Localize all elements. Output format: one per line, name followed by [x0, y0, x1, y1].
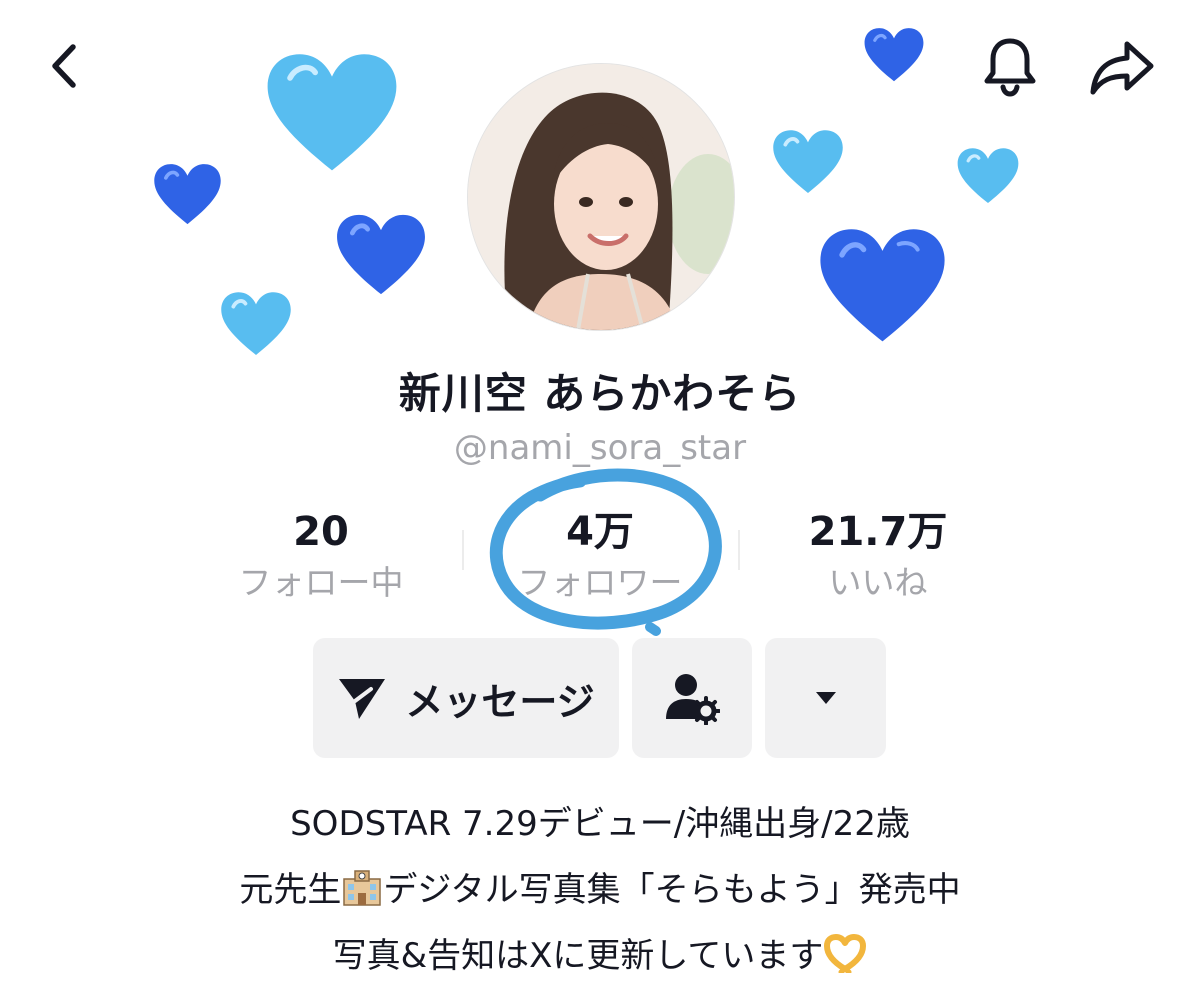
- avatar-photo: [468, 64, 734, 330]
- follow-settings-button[interactable]: [632, 638, 752, 758]
- share-button[interactable]: [1084, 36, 1160, 100]
- bio-line-2: 元先生 デジタル写真集「そらもよう」発売中: [0, 862, 1200, 916]
- light-blue-heart-sticker: [773, 130, 843, 193]
- stat-divider: [738, 530, 740, 570]
- likes-count: 21.7万: [808, 509, 948, 555]
- following-count: 20: [293, 509, 349, 555]
- more-button[interactable]: [765, 638, 886, 758]
- following-label: フォロー中: [238, 563, 404, 602]
- bio-line-2-part-1: 元先生: [239, 870, 342, 910]
- bio-line-2-part-2: デジタル写真集「そらもよう」発売中: [383, 870, 961, 910]
- school-emoji: [341, 867, 383, 916]
- message-button-label: メッセージ: [405, 679, 595, 724]
- back-button[interactable]: [36, 36, 92, 96]
- notification-button[interactable]: [978, 34, 1042, 98]
- blue-heart-sticker: [864, 28, 924, 82]
- light-blue-heart-sticker: [221, 292, 291, 355]
- heart-hands-emoji: [823, 933, 867, 982]
- circle-annotation: [489, 468, 722, 636]
- blue-heart-sticker: [820, 229, 945, 342]
- user-settings-icon: [666, 674, 720, 725]
- blue-heart-sticker: [337, 214, 425, 295]
- display-name: 新川空 あらかわそら: [398, 369, 802, 418]
- bio-line-3-text: 写真&告知はXに更新しています: [332, 936, 824, 976]
- stat-divider: [462, 530, 464, 570]
- share-arrow-icon: [1090, 41, 1154, 95]
- caret-down-icon: [815, 692, 836, 704]
- light-blue-heart-sticker: [267, 54, 397, 171]
- likes-stat[interactable]: 21.7万 いいね: [748, 508, 1008, 606]
- following-stat[interactable]: 20 フォロー中: [191, 508, 451, 606]
- bio-line-1: SODSTAR 7.29デビュー/沖縄出身/22歳: [290, 804, 910, 844]
- message-button[interactable]: メッセージ: [313, 638, 619, 758]
- bio-line-3: 写真&告知はXに更新しています: [0, 928, 1200, 982]
- send-icon: [339, 679, 386, 719]
- chevron-left-icon: [52, 44, 76, 88]
- profile-avatar[interactable]: [467, 63, 735, 331]
- bell-icon: [984, 38, 1036, 97]
- blue-heart-sticker: [154, 164, 221, 225]
- likes-label: いいね: [828, 563, 928, 602]
- light-blue-heart-sticker: [957, 148, 1019, 204]
